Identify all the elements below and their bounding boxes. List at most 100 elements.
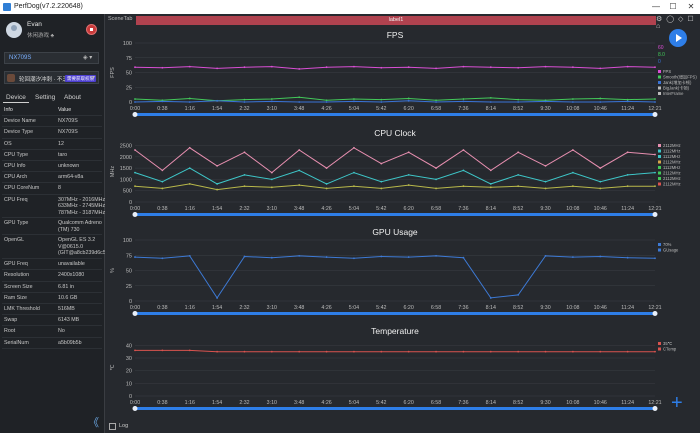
timeline-scrollbar[interactable] xyxy=(135,213,655,216)
info-row: Swap 6143 MB xyxy=(2,315,102,327)
data-point xyxy=(517,294,520,296)
info-value: OpenGL ES 3.2 V@0615.0 (GIT@a8cb239d6c5 xyxy=(58,237,106,257)
x-tick-label: 12:21 xyxy=(648,400,661,406)
maximize-button[interactable]: ☐ xyxy=(666,2,680,12)
scrollbar-handle-right[interactable] xyxy=(652,311,658,316)
info-row: GPU Freq unavailable xyxy=(2,259,102,271)
app-logo-icon xyxy=(3,3,11,11)
data-point xyxy=(243,101,246,103)
legend-swatch xyxy=(658,177,661,180)
app-select[interactable]: 轮回潮汐冲刺 · 不乏 需要获取权限 ▾ xyxy=(4,71,99,84)
data-point xyxy=(161,169,164,172)
log-button[interactable]: Log xyxy=(119,423,128,429)
avatar[interactable] xyxy=(6,22,22,38)
data-point xyxy=(599,67,602,70)
data-point xyxy=(161,257,164,260)
info-row: OpenGL OpenGL ES 3.2 V@0615.0 (GIT@a8cb23… xyxy=(2,235,106,260)
x-tick-label: 9:30 xyxy=(540,106,550,112)
x-tick-label: 2:32 xyxy=(239,106,249,112)
log-icon[interactable] xyxy=(109,423,116,430)
chevron-down-icon[interactable]: ▾ xyxy=(92,74,95,81)
x-tick-label: 8:52 xyxy=(513,400,523,406)
info-row: CPU Freq 307MHz - 2016MHz 633MHz - 2745MH… xyxy=(2,195,105,219)
x-tick-label: 5:42 xyxy=(376,106,386,112)
data-point xyxy=(134,66,136,69)
data-point xyxy=(216,67,219,70)
sidebar-tabs: Device Setting About xyxy=(0,92,104,104)
window-titlebar: PerfDog(v7.2.220648) — ☐ ✕ xyxy=(0,0,700,14)
x-tick-label: 8:52 xyxy=(513,106,523,112)
x-tick-label: 10:08 xyxy=(566,305,579,311)
x-tick-label: 6:20 xyxy=(404,206,414,212)
legend-entry: 2112MHz xyxy=(663,176,681,181)
tab-about[interactable]: About xyxy=(61,93,84,102)
minimize-button[interactable]: — xyxy=(649,2,663,12)
info-key: CPU Arch xyxy=(4,174,28,181)
device-menu-icon[interactable]: ◈ ▾ xyxy=(83,54,92,61)
user-name: Evan xyxy=(27,21,42,28)
x-tick-label: 10:46 xyxy=(594,400,607,406)
data-point xyxy=(325,256,328,258)
data-point xyxy=(325,66,328,69)
chart-title: CPU Clock xyxy=(374,128,416,138)
data-point xyxy=(188,183,191,185)
data-point xyxy=(544,187,547,190)
x-tick-label: 6:58 xyxy=(431,400,441,406)
scrollbar-handle-right[interactable] xyxy=(652,112,658,117)
data-point xyxy=(571,171,574,174)
legend-entry: 2112MHz xyxy=(663,182,681,187)
timeline-scrollbar[interactable] xyxy=(135,312,655,315)
data-point xyxy=(353,100,355,103)
x-tick-label: 0:00 xyxy=(130,106,140,112)
data-point xyxy=(517,98,520,101)
data-point xyxy=(353,98,355,100)
y-tick-label: 75 xyxy=(126,253,132,259)
data-point xyxy=(380,255,383,258)
scrollbar-handle-left[interactable] xyxy=(132,212,138,217)
scrollbar-handle-left[interactable] xyxy=(132,406,138,411)
data-point xyxy=(325,101,328,103)
scrollbar-handle-left[interactable] xyxy=(132,311,138,316)
x-tick-label: 1:16 xyxy=(185,305,195,311)
data-point xyxy=(134,98,136,100)
data-point xyxy=(544,100,547,103)
x-tick-label: 3:10 xyxy=(267,305,277,311)
timeline-scrollbar[interactable] xyxy=(135,113,655,116)
x-tick-label: 8:52 xyxy=(513,305,523,311)
collapse-sidebar-icon[interactable]: 《 xyxy=(88,414,99,430)
scrollbar-handle-right[interactable] xyxy=(652,406,658,411)
data-point xyxy=(435,67,437,70)
timeline-scrollbar[interactable] xyxy=(135,407,655,410)
x-tick-label: 9:30 xyxy=(540,206,550,212)
data-point xyxy=(571,98,574,100)
data-point xyxy=(161,187,164,190)
data-point xyxy=(270,100,273,103)
device-select[interactable]: NX709S ◈ ▾ xyxy=(4,52,99,64)
info-row: Device Name NX709S xyxy=(2,116,102,128)
x-tick-label: 8:14 xyxy=(486,400,496,406)
data-point xyxy=(571,350,574,353)
data-point xyxy=(462,185,465,188)
data-point xyxy=(161,180,164,183)
info-key: OpenGL xyxy=(4,237,25,244)
x-tick-label: 5:42 xyxy=(376,400,386,406)
data-point xyxy=(407,173,410,176)
scrollbar-handle-right[interactable] xyxy=(652,212,658,217)
tab-device[interactable]: Device xyxy=(3,93,29,103)
data-point xyxy=(188,101,191,103)
record-button[interactable] xyxy=(86,24,97,35)
legend-swatch xyxy=(658,160,661,164)
data-point xyxy=(599,187,602,190)
x-tick-label: 10:08 xyxy=(566,106,579,112)
data-point xyxy=(161,100,164,103)
legend-swatch xyxy=(658,155,661,158)
data-point xyxy=(462,149,465,151)
add-button[interactable]: + xyxy=(671,393,683,413)
info-value: No xyxy=(58,328,65,335)
legend-swatch xyxy=(658,75,661,79)
close-button[interactable]: ✕ xyxy=(684,2,698,12)
scrollbar-handle-left[interactable] xyxy=(132,112,138,117)
tab-setting[interactable]: Setting xyxy=(32,93,58,102)
data-point xyxy=(462,169,465,172)
data-point xyxy=(626,100,629,103)
